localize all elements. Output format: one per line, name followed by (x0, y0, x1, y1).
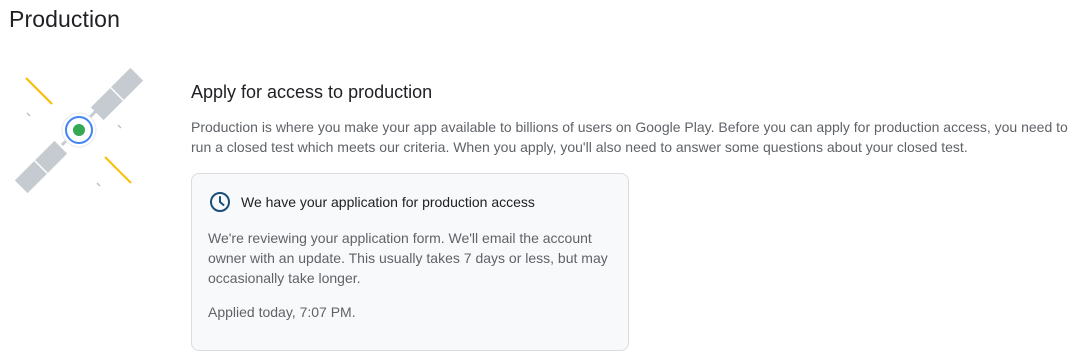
satellite-icon (14, 67, 144, 194)
satellite-illustration (14, 66, 144, 194)
status-card-header: We have your application for production … (209, 191, 535, 213)
status-card-body: We're reviewing your application form. W… (208, 230, 608, 286)
applied-timestamp: Applied today, 7:07 PM. (208, 304, 356, 320)
section-description: Production is where you make your app av… (191, 119, 1068, 155)
production-page: Production Apply for access to productio… (0, 0, 1084, 363)
page-title: Production (9, 6, 120, 32)
section-title: Apply for access to production (191, 82, 433, 102)
application-status-card: We have your application for production … (191, 173, 629, 351)
clock-icon (209, 191, 231, 213)
status-card-title: We have your application for production … (241, 194, 535, 210)
